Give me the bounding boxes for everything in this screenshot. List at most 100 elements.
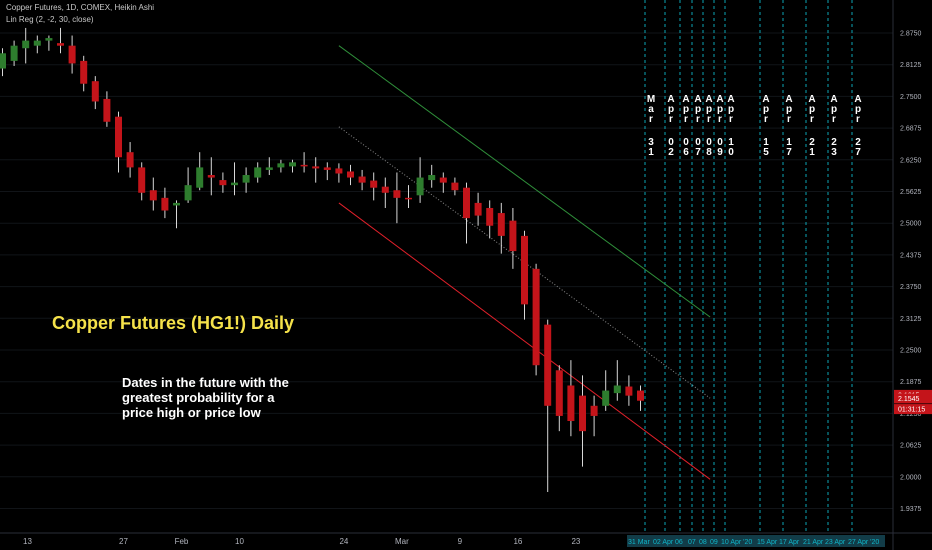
future-axis-label: 27 Apr '20 — [848, 539, 879, 546]
future-date-month: r — [810, 114, 814, 125]
price-tick-label: 2.5625 — [900, 189, 922, 196]
price-tick-label: 2.4375 — [900, 252, 922, 259]
candle-body[interactable] — [57, 43, 64, 46]
candle-body[interactable] — [544, 324, 552, 406]
time-tick-label: 16 — [513, 537, 522, 546]
note-line: price high or price low — [122, 405, 261, 420]
candle-body[interactable] — [428, 175, 436, 181]
candle-body[interactable] — [265, 167, 273, 170]
price-tick-label: 2.0625 — [900, 443, 922, 450]
price-tick-label: 2.6250 — [900, 157, 922, 164]
candle-body[interactable] — [416, 177, 424, 196]
time-tick-label: Feb — [175, 537, 189, 546]
future-axis-label: 17 Apr — [779, 539, 800, 546]
candle-body[interactable] — [103, 98, 111, 122]
candle-body[interactable] — [555, 370, 563, 416]
candle-body[interactable] — [474, 202, 482, 216]
candle-body[interactable] — [149, 190, 157, 201]
price-tick-label: 2.5000 — [900, 221, 922, 228]
note-line: greatest probability for a — [122, 390, 275, 405]
future-axis-label: 23 Apr — [825, 539, 846, 546]
future-date-day: 7 — [786, 147, 792, 158]
candle-body[interactable] — [509, 220, 517, 252]
future-date-day: 7 — [695, 147, 701, 158]
candle-body[interactable] — [625, 386, 633, 396]
time-tick-label: 13 — [23, 537, 32, 546]
candle-body[interactable] — [45, 38, 53, 41]
candle-body[interactable] — [486, 207, 494, 226]
candle-body[interactable] — [196, 167, 204, 188]
future-axis-label: 15 Apr — [757, 539, 778, 546]
candle-body[interactable] — [300, 164, 308, 167]
future-date-month: r — [684, 114, 688, 125]
candle-body[interactable] — [231, 182, 238, 186]
candle-body[interactable] — [497, 213, 505, 236]
future-date-day: 1 — [648, 147, 654, 158]
candle-body[interactable] — [613, 385, 621, 394]
price-tick-label: 2.0000 — [900, 474, 922, 481]
candle-body[interactable] — [242, 175, 250, 183]
time-tick-label: 10 — [235, 537, 244, 546]
candle-body[interactable] — [532, 268, 540, 366]
candle-body[interactable] — [161, 197, 169, 211]
future-axis-label: 10 Apr '20 — [721, 539, 752, 546]
candle-body[interactable] — [0, 53, 6, 69]
candle-body[interactable] — [33, 40, 41, 46]
candle-body[interactable] — [393, 190, 401, 198]
candle-body[interactable] — [184, 185, 192, 201]
future-axis-label: 07 — [688, 539, 696, 546]
future-axis-label: 06 — [675, 539, 683, 546]
candle-body[interactable] — [10, 45, 18, 61]
price-tick-label: 2.3125 — [900, 316, 922, 323]
time-tick-label: 23 — [571, 537, 580, 546]
candle-body[interactable] — [80, 60, 88, 84]
candle-body[interactable] — [91, 81, 99, 102]
candle-body[interactable] — [289, 162, 296, 167]
future-date-month: r — [696, 114, 700, 125]
future-date-day: 5 — [763, 147, 769, 158]
candle-body[interactable] — [68, 45, 76, 64]
future-date-month: r — [856, 114, 860, 125]
candle-body[interactable] — [370, 180, 378, 188]
candle-body[interactable] — [173, 202, 180, 206]
candle-body[interactable] — [439, 177, 447, 183]
candle-body[interactable] — [115, 116, 122, 158]
future-date-day: 7 — [855, 147, 861, 158]
candle-body[interactable] — [405, 197, 412, 200]
symbol-legend[interactable]: Copper Futures, 1D, COMEX, Heikin Ashi — [6, 2, 154, 14]
future-axis-label: 31 Mar — [628, 539, 650, 546]
candle-body[interactable] — [219, 180, 227, 186]
candle-body[interactable] — [207, 175, 215, 178]
future-axis-label: 09 — [710, 539, 718, 546]
candle-body[interactable] — [579, 395, 586, 432]
candle-body[interactable] — [22, 40, 30, 49]
price-tick-label: 2.8125 — [900, 62, 922, 69]
indicator-legend[interactable]: Lin Reg (2, -2, 30, close) — [6, 14, 94, 26]
candle-body[interactable] — [254, 167, 262, 178]
candle-body[interactable] — [138, 167, 146, 193]
candle-body[interactable] — [277, 163, 285, 168]
chart-headline: Copper Futures (HG1!) Daily — [52, 313, 295, 333]
candle-body[interactable] — [381, 186, 389, 193]
candle-body[interactable] — [451, 182, 459, 191]
price-tick-label: 2.7500 — [900, 94, 922, 101]
candle-body[interactable] — [335, 168, 343, 174]
candle-body[interactable] — [347, 171, 354, 178]
candle-body[interactable] — [312, 166, 320, 169]
candle-body[interactable] — [126, 152, 134, 168]
future-date-day: 3 — [831, 147, 837, 158]
price-tick-label: 2.8750 — [900, 31, 922, 38]
chart-note: Dates in the future with the greatest pr… — [122, 375, 362, 420]
future-date-month: r — [764, 114, 768, 125]
candle-body[interactable] — [602, 390, 610, 406]
candle-body[interactable] — [463, 187, 470, 219]
candle-body[interactable] — [590, 405, 598, 416]
candle-body[interactable] — [358, 176, 366, 183]
candle-body[interactable] — [567, 385, 575, 422]
candle-body[interactable] — [521, 235, 528, 305]
future-date-month: r — [787, 114, 791, 125]
candle-body[interactable] — [323, 167, 331, 170]
price-tick-label: 2.6875 — [900, 126, 922, 133]
candle-body[interactable] — [637, 390, 644, 401]
price-chart[interactable]: Mar31Apr02Apr06Apr07Apr08Apr09Apr10Apr15… — [0, 0, 932, 550]
